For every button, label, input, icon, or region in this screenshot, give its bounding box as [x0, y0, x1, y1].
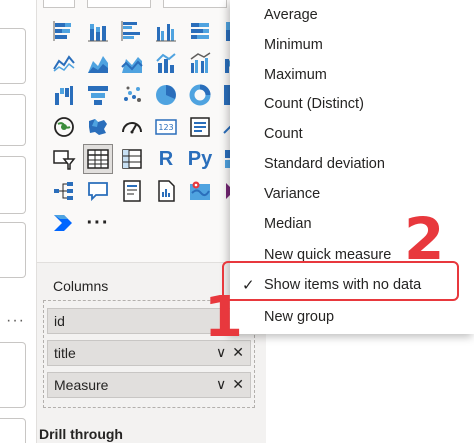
stacked-bar-icon[interactable] — [49, 16, 79, 46]
scatter-icon[interactable] — [117, 80, 147, 110]
menu-item-label: Average — [264, 7, 318, 23]
clustered-bar-icon[interactable] — [117, 16, 147, 46]
menu-item-label: Median — [264, 216, 312, 232]
filled-map-icon[interactable] — [83, 112, 113, 142]
chevron-down-icon[interactable]: ∨ — [216, 376, 226, 393]
stacked-column-icon[interactable] — [83, 16, 113, 46]
columns-well-label: Columns — [53, 278, 109, 294]
drill-through-label: Drill through — [39, 426, 123, 442]
pane-tab — [163, 0, 227, 8]
menu-item-new-group[interactable]: New group — [230, 302, 474, 332]
smart-narrative-icon[interactable] — [117, 176, 147, 206]
area-chart-icon[interactable] — [83, 48, 113, 78]
filter-card[interactable] — [0, 222, 26, 278]
close-icon[interactable]: ✕ — [232, 376, 244, 393]
annotation-number-one: 1 — [204, 285, 243, 350]
filter-card[interactable] — [0, 418, 26, 443]
line-column-icon[interactable] — [151, 48, 181, 78]
annotation-number-two: 2 — [404, 205, 445, 273]
table-icon[interactable] — [83, 144, 113, 174]
clustered-column-icon[interactable] — [151, 16, 181, 46]
r-visual-icon[interactable]: R — [151, 144, 181, 174]
waterfall-icon[interactable] — [49, 80, 79, 110]
svg-text:123: 123 — [158, 123, 173, 132]
filters-pane-strip: ··· — [0, 0, 36, 443]
multi-row-card-icon[interactable] — [185, 112, 215, 142]
paginated-report-icon[interactable] — [151, 176, 181, 206]
menu-item-standard-deviation[interactable]: Standard deviation — [230, 149, 474, 179]
decomposition-tree-icon[interactable] — [49, 176, 79, 206]
field-pill-label: title — [54, 345, 76, 361]
menu-item-label: Maximum — [264, 67, 327, 83]
pie-chart-icon[interactable] — [151, 80, 181, 110]
menu-item-count[interactable]: Count — [230, 119, 474, 149]
donut-chart-icon[interactable] — [185, 80, 215, 110]
more-visuals-icon[interactable]: ··· — [83, 208, 113, 238]
matrix-icon[interactable] — [117, 144, 147, 174]
funnel-icon[interactable] — [83, 80, 113, 110]
menu-item-average[interactable]: Average — [230, 0, 474, 30]
power-automate-icon[interactable] — [49, 208, 79, 238]
line-clustered-column-icon[interactable] — [185, 48, 215, 78]
map-icon[interactable] — [49, 112, 79, 142]
line-chart-icon[interactable] — [49, 48, 79, 78]
menu-item-count-distinct[interactable]: Count (Distinct) — [230, 89, 474, 119]
menu-item-label: Standard deviation — [264, 156, 385, 172]
field-pill-label: Measure — [54, 377, 109, 393]
menu-item-label: New group — [264, 309, 335, 325]
filter-card[interactable] — [0, 94, 26, 146]
qa-icon[interactable] — [83, 176, 113, 206]
pane-tab — [87, 0, 151, 8]
card-icon[interactable]: 123 — [151, 112, 181, 142]
azure-map-icon[interactable] — [185, 176, 215, 206]
stacked-area-icon[interactable] — [117, 48, 147, 78]
r-visual-label: R — [158, 147, 174, 170]
filter-card[interactable] — [0, 28, 26, 84]
field-pill-measure[interactable]: Measure ∨ ✕ — [47, 372, 251, 398]
gauge-icon[interactable] — [117, 112, 147, 142]
filter-card[interactable] — [0, 342, 26, 408]
visual-icon-grid: 123 R Py ··· — [49, 16, 253, 240]
pane-tab — [43, 0, 75, 8]
python-visual-label: Py — [187, 147, 213, 170]
100-stacked-bar-icon[interactable] — [185, 16, 215, 46]
menu-item-minimum[interactable]: Minimum — [230, 30, 474, 60]
menu-item-label: Count — [264, 126, 303, 142]
slicer-icon[interactable] — [49, 144, 79, 174]
field-pill-label: id — [54, 313, 65, 329]
menu-item-label: Minimum — [264, 37, 323, 53]
menu-item-label: Variance — [264, 186, 321, 202]
more-options-icon[interactable]: ··· — [6, 312, 25, 330]
menu-item-maximum[interactable]: Maximum — [230, 60, 474, 90]
menu-item-label: Count (Distinct) — [264, 96, 364, 112]
python-visual-icon[interactable]: Py — [185, 144, 215, 174]
filter-card[interactable] — [0, 156, 26, 214]
more-visuals-label: ··· — [86, 212, 110, 234]
